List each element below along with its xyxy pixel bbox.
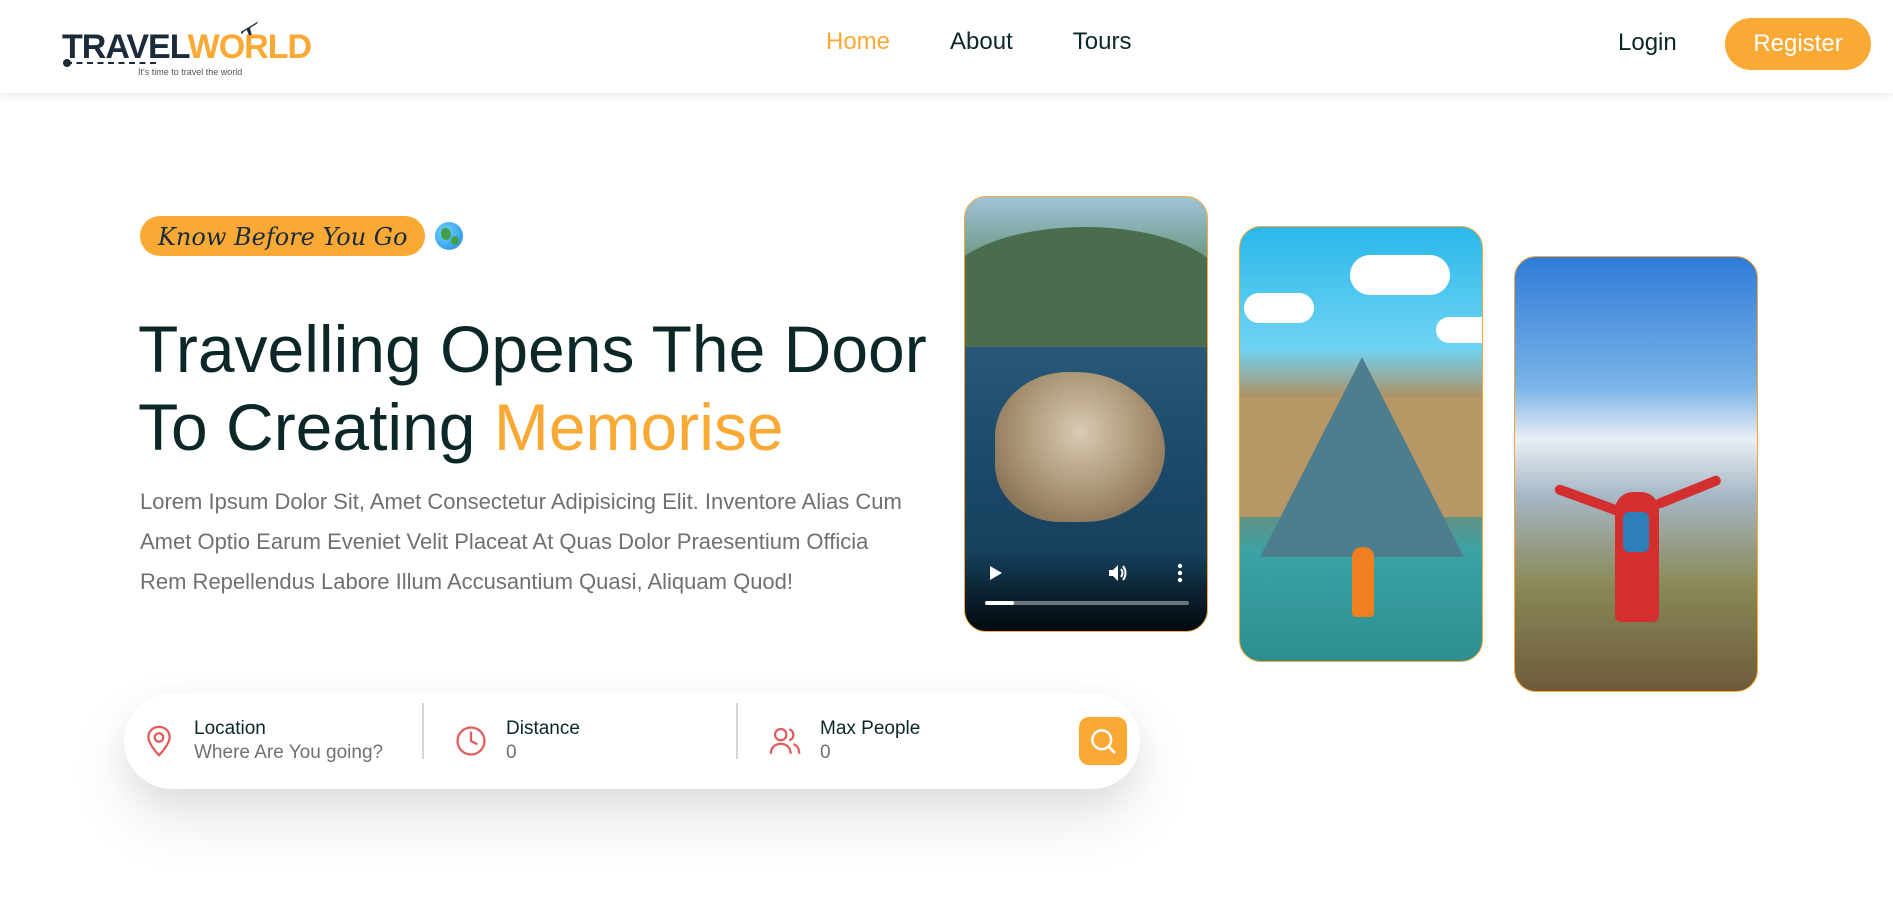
location-field[interactable]: Location Where Are You going? [142, 703, 383, 779]
cloud-shape [1350, 255, 1450, 295]
nav-about[interactable]: About [950, 28, 1013, 56]
hiker-backpack [1623, 512, 1649, 552]
distance-field-text: Distance 0 [506, 718, 580, 764]
hero-title: Travelling Opens The Door To Creating Me… [138, 310, 938, 466]
search-bar: Location Where Are You going? Distance 0… [124, 693, 1140, 789]
nav-tours[interactable]: Tours [1073, 28, 1132, 56]
max-people-field-text: Max People 0 [820, 718, 920, 764]
logo-travel-text: TRAVEL [62, 28, 189, 66]
map-pin-icon [147, 725, 171, 757]
more-options-icon[interactable] [1177, 563, 1183, 583]
hero-image-hiker [1514, 256, 1758, 692]
volume-icon[interactable] [1107, 563, 1129, 583]
search-icon [1091, 729, 1116, 754]
play-icon[interactable] [987, 565, 1003, 581]
max-people-field[interactable]: Max People 0 [768, 703, 920, 779]
cloud-shape [1436, 317, 1482, 343]
location-input[interactable]: Where Are You going? [194, 742, 383, 764]
site-header: TRAVELWORLD It's time to travel the worl… [0, 0, 1893, 93]
video-controls-bar [965, 551, 1207, 631]
distance-field[interactable]: Distance 0 [454, 703, 580, 779]
hero-video[interactable] [964, 196, 1208, 632]
main-nav: Home About Tours [826, 28, 1131, 56]
hero-image-louvre [1239, 226, 1483, 662]
nav-home[interactable]: Home [826, 28, 890, 56]
video-progress-fill [985, 601, 1014, 605]
max-people-label: Max People [820, 718, 921, 739]
traveler-figure [1352, 547, 1374, 617]
register-button[interactable]: Register [1725, 18, 1871, 70]
login-button[interactable]: Login [1618, 29, 1677, 57]
search-button[interactable] [1079, 717, 1127, 765]
louvre-pyramid [1260, 357, 1464, 557]
travelworld-logo[interactable]: TRAVELWORLD It's time to travel the worl… [60, 18, 312, 78]
location-field-text: Location Where Are You going? [194, 718, 383, 764]
hero-subtitle: Know Before You Go [140, 216, 426, 256]
video-fortress-island [995, 372, 1165, 522]
airplane-icon [240, 21, 259, 36]
distance-label: Distance [506, 718, 580, 739]
location-label: Location [194, 718, 266, 739]
video-mountain [965, 227, 1207, 347]
clock-icon [456, 726, 486, 756]
hiker-left-arm [1553, 483, 1623, 517]
users-icon [769, 727, 801, 754]
logo-dashed-line [66, 62, 156, 64]
field-divider [422, 703, 424, 759]
globe-icon [435, 222, 464, 250]
hero-subtitle-row: Know Before You Go [140, 216, 464, 256]
field-divider [736, 703, 738, 759]
distance-input[interactable]: 0 [506, 742, 580, 764]
max-people-input[interactable]: 0 [820, 742, 920, 764]
logo-tagline: It's time to travel the world [138, 67, 243, 77]
hero-title-highlight: Memorise [493, 390, 784, 464]
hiker-right-arm [1653, 474, 1723, 510]
video-progress-bar[interactable] [985, 601, 1189, 605]
hero-description: Lorem Ipsum Dolor Sit, Amet Consectetur … [140, 489, 902, 594]
cloud-shape [1244, 293, 1314, 323]
